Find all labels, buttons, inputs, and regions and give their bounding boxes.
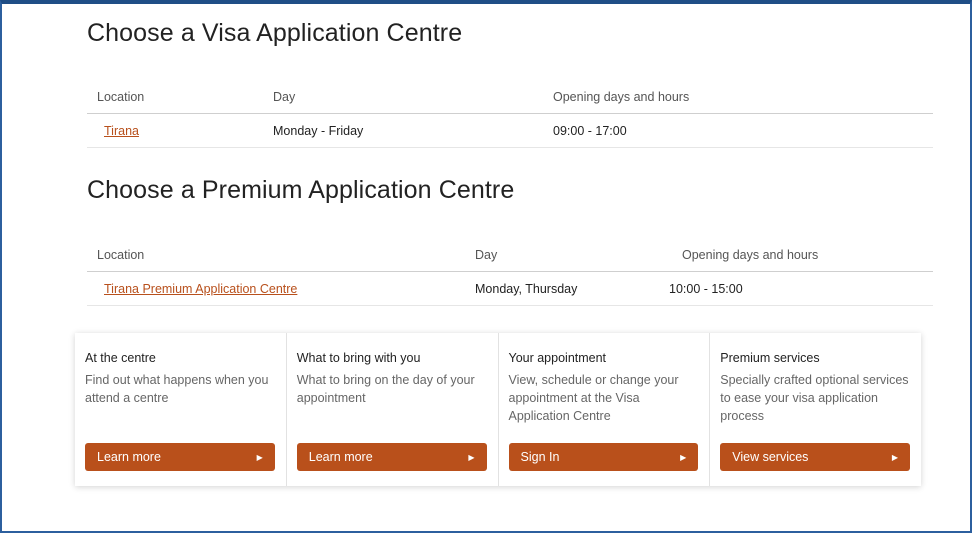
button-label: Learn more [97,450,161,464]
card-title: At the centre [85,351,156,365]
card-at-the-centre: At the centre Find out what happens when… [75,333,287,486]
card-description: What to bring on the day of your appoint… [296,373,475,405]
learn-more-button[interactable]: Learn more ▶ [296,443,487,471]
table-header: Location Day Opening days and hours [87,238,933,272]
row-day: Monday - Friday [273,124,364,138]
card-title: Premium services [720,351,820,365]
header-hours: Opening days and hours [553,90,690,104]
card-title: What to bring with you [296,351,421,365]
table-row: Tirana Monday - Friday 09:00 - 17:00 [87,114,933,148]
row-hours: 10:00 - 15:00 [669,282,743,296]
table-header: Location Day Opening days and hours [87,80,933,114]
card-what-to-bring: What to bring with you What to bring on … [287,333,499,486]
sign-in-button[interactable]: Sign In ▶ [508,443,699,471]
header-day: Day [475,248,498,262]
card-description: View, schedule or change your appointmen… [508,373,679,423]
button-label: View services [732,450,809,464]
button-label: Learn more [308,450,373,464]
info-cards: At the centre Find out what happens when… [75,333,921,486]
header-hours: Opening days and hours [682,248,819,262]
table-row: Tirana Premium Application Centre Monday… [87,272,933,306]
visa-centre-title: Choose a Visa Application Centre [87,19,463,47]
row-hours: 09:00 - 17:00 [553,124,627,138]
button-label: Sign In [520,450,560,464]
arrow-right-icon: ▶ [468,452,475,462]
view-services-button[interactable]: View services ▶ [720,443,910,471]
card-description: Specially crafted optional services to e… [720,373,909,423]
arrow-right-icon: ▶ [256,452,263,462]
premium-centre-table: Location Day Opening days and hours Tira… [87,238,933,306]
location-link-tirana-premium[interactable]: Tirana Premium Application Centre [104,282,297,296]
card-description: Find out what happens when you attend a … [85,373,269,405]
header-location: Location [97,90,145,104]
arrow-right-icon: ▶ [891,452,898,462]
visa-centre-table: Location Day Opening days and hours Tira… [87,80,933,148]
card-your-appointment: Your appointment View, schedule or chang… [499,333,711,486]
learn-more-button[interactable]: Learn more ▶ [85,443,275,471]
header-location: Location [97,248,145,262]
location-link-tirana[interactable]: Tirana [104,124,139,138]
premium-centre-title: Choose a Premium Application Centre [87,176,515,204]
arrow-right-icon: ▶ [680,452,687,462]
card-title: Your appointment [508,351,607,365]
card-premium-services: Premium services Specially crafted optio… [710,333,921,486]
header-day: Day [273,90,296,104]
row-day: Monday, Thursday [475,282,578,296]
